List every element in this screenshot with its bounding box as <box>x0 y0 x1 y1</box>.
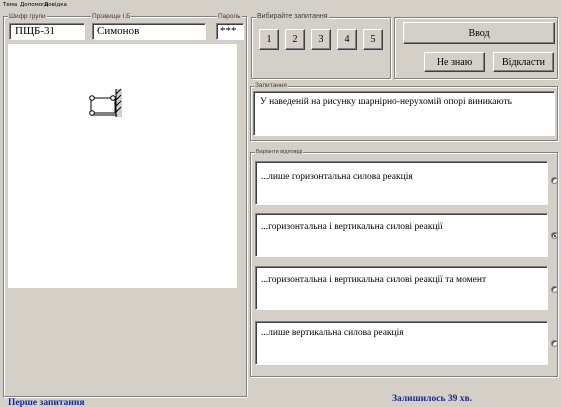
answer-radio-2[interactable] <box>551 232 558 239</box>
question-button-5[interactable]: 5 <box>363 29 383 50</box>
pin-support-diagram <box>89 88 122 117</box>
question-text: У наведеній на рисунку шарнірно-нерухомі… <box>253 91 555 136</box>
menu-item-topic[interactable]: Тема <box>3 0 17 10</box>
answer-radio-3[interactable] <box>551 286 558 293</box>
status-time-remaining: Залишилось 39 хв. <box>392 394 472 404</box>
password-field[interactable]: *** <box>216 23 244 40</box>
question-button-2[interactable]: 2 <box>285 29 305 50</box>
answer-option-2[interactable]: ...горизонтальна і вертикальна силові ре… <box>255 213 548 257</box>
answer-option-3[interactable]: ...горизонтальна і вертикальна силові ре… <box>255 266 548 310</box>
skip-button[interactable]: Відкласти <box>493 52 554 72</box>
menu-item-reference[interactable]: Довідка <box>44 0 67 10</box>
question-button-3[interactable]: 3 <box>311 29 331 50</box>
surname-label: Прізвище І.Б <box>91 13 132 20</box>
answers-label: Варіанти відповіді <box>255 149 304 156</box>
enter-button[interactable]: Ввод <box>403 22 555 44</box>
surname-field[interactable]: Симонов <box>92 23 206 40</box>
answer-option-1[interactable]: ...лише горизонтальна силова реакція <box>255 161 548 205</box>
group-code-label: Шифр групи <box>8 13 47 20</box>
password-label: Пароль <box>217 13 242 20</box>
menu-bar: Тема Допомога Довідка <box>0 0 561 10</box>
question-label: Запитання <box>254 82 288 89</box>
question-image-area <box>8 44 237 288</box>
answer-radio-1[interactable] <box>551 177 558 184</box>
group-code-field[interactable]: ПЩБ-31 <box>9 23 85 40</box>
answer-radio-4[interactable] <box>551 340 558 347</box>
question-button-4[interactable]: 4 <box>337 29 357 50</box>
answer-option-4[interactable]: ...лише вертикальна силова реакція <box>255 321 548 365</box>
dont-know-button[interactable]: Не знаю <box>424 52 485 72</box>
question-select-label: Вибирайте запитання <box>256 13 329 20</box>
question-button-1[interactable]: 1 <box>259 29 279 50</box>
status-question-number: Перше запитання <box>8 398 85 407</box>
